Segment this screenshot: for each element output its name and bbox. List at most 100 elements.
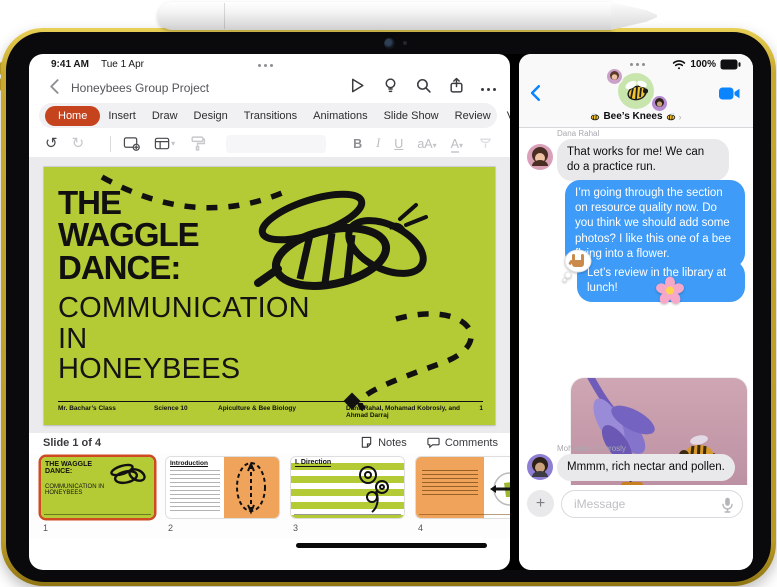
thumbnail-slide-3[interactable]: I. Direction [291,457,404,518]
comments-icon [427,437,440,449]
message-received-1[interactable]: That works for me! We can do a practice … [557,139,729,182]
thumbnail-slide-4[interactable] [416,457,510,518]
back-chevron-icon[interactable] [527,84,545,102]
comments-button[interactable]: Comments [427,436,498,449]
thumb-bee-doodle [110,463,146,485]
tab-design[interactable]: Design [186,106,236,126]
thumb-number-2: 2 [168,523,174,533]
ipad-device-frame: 9:41 AM Tue 1 Apr Honeybees Group Projec… [1,28,776,586]
imessage-input-wrap [561,490,743,518]
font-color-button[interactable]: A▾ [450,135,463,153]
sender-label: Mohamad Kobrosly [557,444,626,453]
slide-canvas[interactable]: THE WAGGLE DANCE: COMMUNICATION IN HONEY… [29,157,510,433]
thumbnail-slide-1[interactable]: THE WAGGLE DANCE: COMMUNICATION IN HONEY… [41,457,154,518]
waggle-diagram-doodle [236,461,266,515]
home-indicator[interactable] [296,543,487,548]
group-avatar-bee[interactable] [618,73,654,109]
text-size-button[interactable]: aA▾ [417,135,436,153]
battery-icon [720,59,741,70]
slide-title-text[interactable]: THE WAGGLE DANCE: [58,186,200,284]
tab-animations[interactable]: Animations [305,106,375,126]
layout-icon[interactable]: ▾ [154,135,175,152]
tab-transitions[interactable]: Transitions [236,106,305,126]
right-status-cluster: 100% [672,59,741,70]
front-camera [384,38,395,49]
thumb-number-4: 4 [418,523,424,533]
new-slide-icon[interactable] [123,135,141,152]
multitask-handle-icon[interactable] [630,63,645,66]
bold-button[interactable]: B [353,137,362,151]
lightbulb-icon[interactable] [382,77,399,94]
bee-emoji [591,112,600,121]
tab-home[interactable]: Home [45,105,101,126]
conversation-title-row[interactable]: Bee’s Knees › [519,111,753,122]
avatar-dana[interactable] [527,144,553,170]
formatting-toolbar: ↺ ↻ ▾ B I U aA▾ A▾ [29,130,510,157]
participant-avatar-dana-small[interactable] [607,69,622,84]
add-attachment-button[interactable]: + [527,490,554,517]
participant-avatar-mohamad-small[interactable] [652,96,667,111]
detail-chevron-icon: › [678,111,682,122]
tab-review[interactable]: Review [447,106,499,126]
present-button[interactable] [349,77,366,94]
tab-view[interactable]: View [499,106,510,126]
sender-label: Dana Rahal [557,129,600,138]
tab-draw[interactable]: Draw [144,106,186,126]
bee-emoji [666,112,675,121]
redo-icon[interactable]: ↻ [72,136,85,151]
notes-button[interactable]: Notes [360,436,407,449]
compass-diagram [490,472,510,506]
ipad-bezel: 9:41 AM Tue 1 Apr Honeybees Group Projec… [6,32,771,582]
italic-button[interactable]: I [376,136,380,151]
format-painter-icon[interactable] [189,135,206,152]
slide-number: 1 [479,405,483,412]
search-icon[interactable] [415,77,432,94]
slide-status-row: Slide 1 of 4 Notes Comments [29,433,510,454]
status-time: 9:41 AM [51,59,89,70]
thumb-number-1: 1 [43,523,49,533]
apple-pencil-tip [611,2,657,30]
wifi-icon [673,60,686,70]
multitask-handle-icon[interactable] [258,64,273,67]
camera-sensor-dot [403,41,407,45]
underline-button[interactable]: U [394,137,403,151]
undo-icon[interactable]: ↺ [45,136,58,151]
message-received-2[interactable]: Mmmm, rich nectar and pollen. [557,454,735,482]
document-title[interactable]: Honeybees Group Project [71,81,209,95]
highlight-button[interactable] [477,135,494,152]
slide-1[interactable]: THE WAGGLE DANCE: COMMUNICATION IN HONEY… [44,167,495,425]
apple-pencil [158,2,613,30]
flower-doodle [359,466,389,513]
back-chevron-icon[interactable] [47,78,63,94]
tab-insert[interactable]: Insert [100,106,144,126]
ribbon-tab-bar: Home Insert Draw Design Transitions Anim… [39,103,510,128]
thumb-body-text-lines [170,470,220,514]
slide-count-label: Slide 1 of 4 [43,437,102,449]
more-options-icon[interactable] [481,87,496,91]
imessage-input[interactable] [574,492,714,516]
thumb-number-3: 3 [293,523,299,533]
facetime-video-icon[interactable] [719,86,741,101]
thumbnail-slide-2[interactable]: Introduction [166,457,279,518]
love-you-hand-sticker[interactable] [561,248,593,282]
conversation-scroll-area[interactable]: Dana Rahal That works for me! We can do … [519,128,753,506]
messages-app-pane: 100% Bee’s Knees › Dana Rahal That works… [519,54,753,570]
notes-icon [361,436,372,448]
avatar-mohamad[interactable] [527,454,553,480]
message-composer: + [519,485,753,570]
thumbnail-strip: THE WAGGLE DANCE: COMMUNICATION IN HONEY… [29,454,510,538]
battery-percent: 100% [690,59,716,70]
share-icon[interactable] [448,77,465,94]
font-name-box [226,134,327,153]
page-background: 9:41 AM Tue 1 Apr Honeybees Group Projec… [0,0,777,587]
slide-footer[interactable]: Mr. Bachar’s Class Science 10 Apiculture… [58,401,483,419]
powerpoint-title-bar: Honeybees Group Project [29,74,510,101]
dictation-mic-icon[interactable] [722,497,733,513]
flower-sticker[interactable] [655,276,685,306]
conversation-name: Bee’s Knees [603,111,663,122]
status-date: Tue 1 Apr [101,59,144,70]
powerpoint-app-pane: 9:41 AM Tue 1 Apr Honeybees Group Projec… [29,54,510,570]
slide-subtitle-text[interactable]: COMMUNICATION IN HONEYBEES [58,293,310,385]
tab-slideshow[interactable]: Slide Show [376,106,447,126]
split-view-divider[interactable] [510,54,519,570]
